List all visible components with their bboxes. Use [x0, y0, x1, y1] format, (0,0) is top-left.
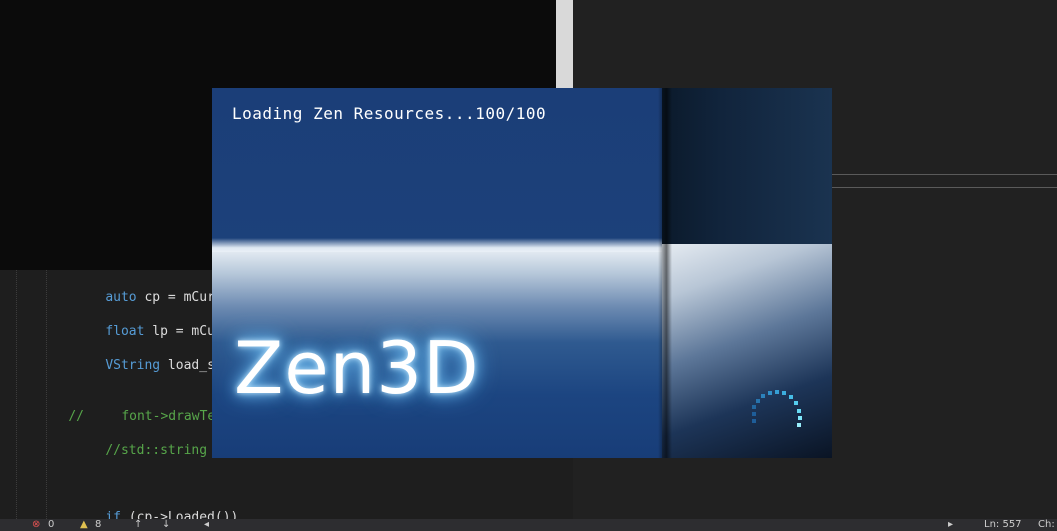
loading-spinner-icon [752, 390, 802, 427]
arrow-up-icon[interactable]: ↑ [134, 519, 142, 531]
line-indicator: Ln: 557 [984, 519, 1022, 530]
status-bar: ⊗ 0 ▲ 8 ↑ ↓ ◂ ▸ Ln: 557 Ch: [0, 519, 1057, 531]
comment-prefix: // [68, 409, 84, 424]
splash-horizon [212, 238, 662, 252]
splash-shadow [658, 88, 672, 458]
arrow-down-icon[interactable]: ↓ [162, 519, 170, 531]
loading-status-text: Loading Zen Resources...100/100 [232, 104, 547, 123]
code-keyword: VString [105, 358, 161, 373]
scroll-left-icon[interactable]: ◂ [204, 519, 209, 531]
col-indicator: Ch: [1038, 519, 1055, 530]
window-divider [556, 0, 573, 88]
code-line: if (cp->Loaded()) [74, 495, 238, 519]
scroll-right-icon[interactable]: ▸ [948, 519, 953, 531]
splash-screen: Loading Zen Resources...100/100 Zen3D [212, 88, 832, 458]
code-keyword: auto [105, 290, 137, 305]
zen3d-logo: Zen3D [234, 326, 480, 410]
code-keyword: if [105, 510, 121, 519]
indent-guide [16, 270, 17, 519]
panel-separator [832, 174, 1057, 188]
error-icon[interactable]: ⊗ [32, 519, 40, 531]
code-keyword: float [105, 324, 145, 339]
error-count[interactable]: 0 [48, 519, 54, 531]
warning-icon[interactable]: ▲ [80, 519, 88, 531]
warning-count[interactable]: 8 [95, 519, 101, 531]
code-text: (cp->Loaded()) [120, 510, 239, 519]
